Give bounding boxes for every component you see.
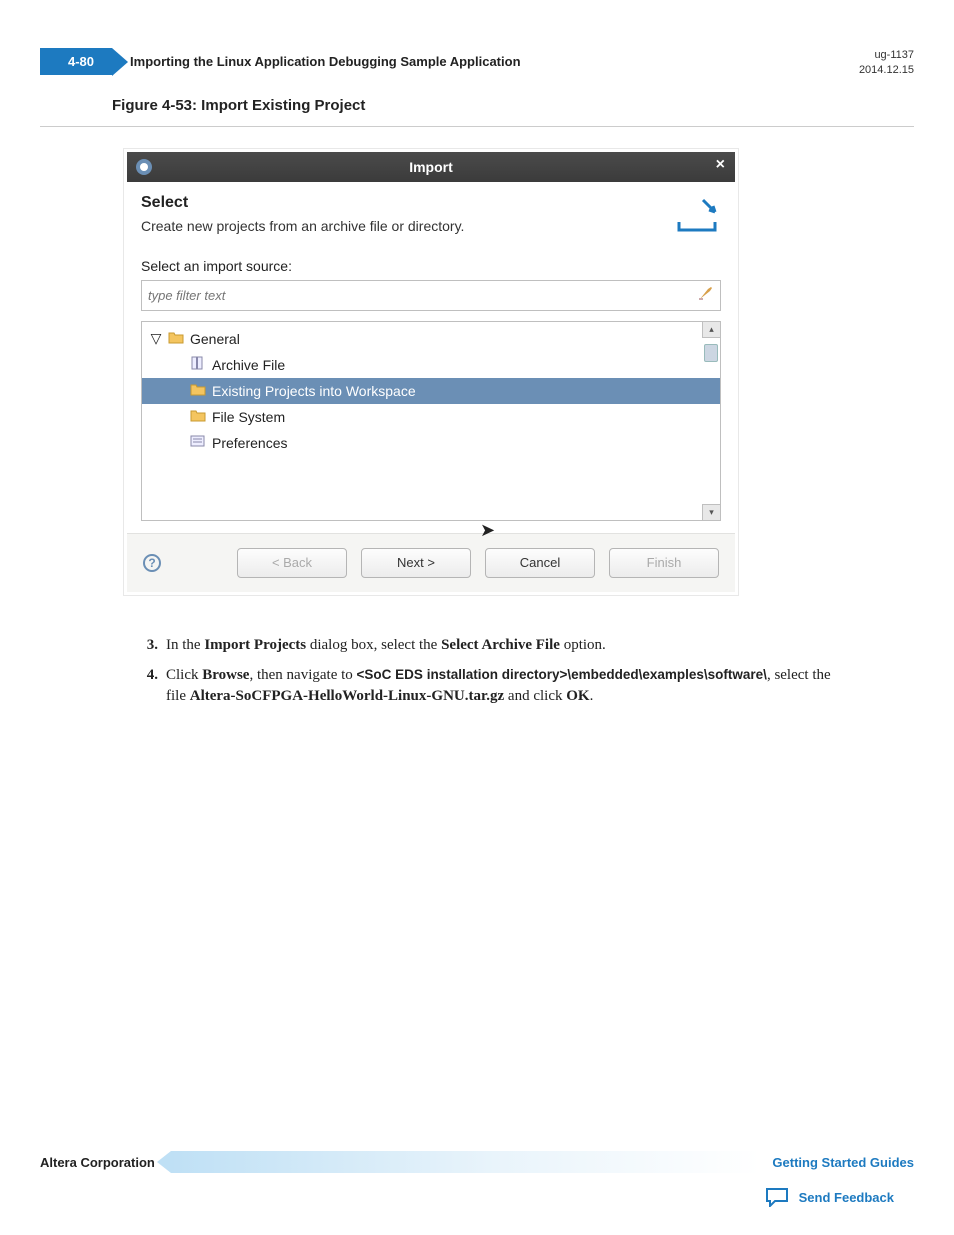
wizard-description: Create new projects from an archive file… bbox=[141, 218, 464, 234]
step-text: . bbox=[590, 688, 594, 704]
tree-item-label: Archive File bbox=[212, 357, 285, 373]
feedback-row: Send Feedback bbox=[765, 1187, 894, 1207]
clear-filter-icon[interactable] bbox=[698, 285, 714, 306]
next-button[interactable]: Next > bbox=[361, 548, 471, 578]
instruction-steps: 3. In the Import Projects dialog box, se… bbox=[140, 635, 910, 708]
footer-bar: Altera Corporation Getting Started Guide… bbox=[0, 1151, 954, 1173]
dialog-titlebar: Import × bbox=[127, 152, 735, 182]
scroll-up-icon[interactable]: ▴ bbox=[702, 322, 720, 338]
step-path: <SoC EDS installation directory>\embedde… bbox=[357, 667, 767, 682]
footer-ribbon bbox=[171, 1151, 761, 1173]
divider bbox=[40, 126, 914, 127]
step-text: OK bbox=[566, 688, 589, 704]
step-text: Browse bbox=[202, 667, 249, 683]
page-header: 4-80 Importing the Linux Application Deb… bbox=[40, 48, 914, 79]
step-text: Import Projects bbox=[204, 637, 306, 653]
back-button[interactable]: < Back bbox=[237, 548, 347, 578]
step-text: option. bbox=[560, 637, 606, 653]
import-dialog: Import × Select Create new projects from… bbox=[124, 149, 738, 595]
folder-icon bbox=[190, 408, 206, 425]
scroll-down-icon[interactable]: ▾ bbox=[702, 504, 720, 520]
step-text: , then navigate to bbox=[249, 667, 356, 683]
folder-open-icon bbox=[168, 330, 184, 347]
page-title: Importing the Linux Application Debuggin… bbox=[130, 54, 520, 69]
preferences-icon bbox=[190, 434, 206, 451]
send-feedback-link[interactable]: Send Feedback bbox=[799, 1190, 894, 1205]
tree-item-label: Existing Projects into Workspace bbox=[212, 383, 416, 399]
close-icon[interactable]: × bbox=[716, 156, 725, 174]
step-text: , select the bbox=[767, 667, 831, 683]
step-text: Select Archive File bbox=[441, 637, 560, 653]
step-3: 3. In the Import Projects dialog box, se… bbox=[140, 635, 910, 657]
step-4: 4. Click Browse, then navigate to <SoC E… bbox=[140, 665, 910, 709]
doc-date: 2014.12.15 bbox=[859, 63, 914, 78]
wizard-heading: Select bbox=[141, 194, 464, 212]
finish-button[interactable]: Finish bbox=[609, 548, 719, 578]
dialog-title: Import bbox=[409, 159, 453, 175]
source-label: Select an import source: bbox=[141, 258, 721, 274]
step-number: 3. bbox=[140, 635, 158, 657]
dialog-button-row: ? < Back Next > Cancel Finish bbox=[127, 533, 735, 592]
step-filename: Altera-SoCFPGA-HelloWorld-Linux-GNU.tar.… bbox=[190, 688, 504, 704]
tree-item-existing-projects[interactable]: Existing Projects into Workspace bbox=[142, 378, 720, 404]
tree-item-label: Preferences bbox=[212, 435, 287, 451]
step-text: dialog box, select the bbox=[306, 637, 441, 653]
page-number-tab: 4-80 bbox=[40, 48, 112, 75]
step-text: In the bbox=[166, 637, 204, 653]
tree-root-general[interactable]: ▽ General bbox=[142, 326, 720, 352]
cancel-button[interactable]: Cancel bbox=[485, 548, 595, 578]
doc-id: ug-1137 bbox=[859, 48, 914, 63]
import-icon bbox=[673, 194, 721, 239]
step-text: Click bbox=[166, 667, 202, 683]
project-folder-icon bbox=[190, 382, 206, 399]
feedback-bubble-icon bbox=[765, 1187, 789, 1207]
tree-root-label: General bbox=[190, 331, 240, 347]
tree-item-archive-file[interactable]: Archive File bbox=[142, 352, 720, 378]
tree-item-label: File System bbox=[212, 409, 285, 425]
tree-item-preferences[interactable]: Preferences bbox=[142, 430, 720, 456]
step-text: and click bbox=[504, 688, 566, 704]
step-text: file bbox=[166, 688, 190, 704]
tree-twisty-icon[interactable]: ▽ bbox=[150, 333, 162, 345]
tree-item-file-system[interactable]: File System bbox=[142, 404, 720, 430]
filter-input[interactable] bbox=[148, 288, 698, 303]
help-icon[interactable]: ? bbox=[143, 554, 161, 572]
scrollbar-thumb[interactable] bbox=[704, 344, 718, 362]
source-tree: ▴ ▾ ▽ General Archive File bbox=[141, 321, 721, 521]
archive-file-icon bbox=[190, 356, 206, 373]
filter-input-row bbox=[141, 280, 721, 311]
guides-link[interactable]: Getting Started Guides bbox=[772, 1155, 914, 1170]
app-icon bbox=[135, 158, 153, 176]
figure-caption: Figure 4-53: Import Existing Project bbox=[112, 97, 914, 114]
step-number: 4. bbox=[140, 665, 158, 709]
footer-corporation: Altera Corporation bbox=[40, 1155, 155, 1170]
